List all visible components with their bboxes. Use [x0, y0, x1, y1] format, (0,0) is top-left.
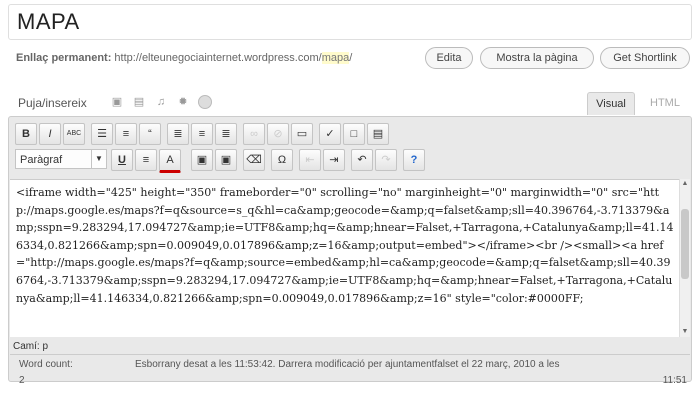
more-tag-button[interactable]: ▭: [291, 123, 313, 145]
permalink-slug[interactable]: mapa: [321, 52, 350, 64]
italic-button[interactable]: I: [39, 123, 61, 145]
upload-insert-label: Puja/insereix: [18, 96, 87, 110]
redo-button[interactable]: ↷: [375, 149, 397, 171]
bold-button[interactable]: B: [15, 123, 37, 145]
indent-button[interactable]: ⇥: [323, 149, 345, 171]
format-select[interactable]: Paràgraf ▼: [15, 149, 107, 169]
view-page-button[interactable]: Mostra la pàgina: [480, 47, 594, 69]
remove-format-button[interactable]: ⌫: [243, 149, 265, 171]
justify-button[interactable]: ≡: [135, 149, 157, 171]
word-count-label: Word count:: [19, 359, 73, 370]
draft-saved-status: Esborrany desat a les 11:53:42. Darrera …: [135, 359, 560, 370]
draft-time: 11:51: [662, 375, 687, 386]
scroll-thumb[interactable]: [681, 209, 689, 279]
numbered-list-button[interactable]: ≡: [115, 123, 137, 145]
editor-scrollbar[interactable]: ▲ ▼: [679, 179, 690, 337]
kitchen-sink-button[interactable]: ▤: [367, 123, 389, 145]
permalink-url-base: http://elteunegociainternet.wordpress.co…: [114, 52, 322, 64]
editor-content[interactable]: <iframe width="425" height="350" framebo…: [10, 179, 680, 337]
post-title[interactable]: MAPA: [17, 9, 80, 35]
underline-button[interactable]: U: [111, 149, 133, 171]
outdent-button[interactable]: ⇤: [299, 149, 321, 171]
footer-divider: [10, 354, 690, 355]
permalink-label: Enllaç permanent:: [16, 52, 112, 64]
word-count-value: 2: [19, 375, 25, 386]
bullet-list-button[interactable]: ☰: [91, 123, 113, 145]
fullscreen-button[interactable]: □: [343, 123, 365, 145]
insert-link-button[interactable]: ∞: [243, 123, 265, 145]
align-right-button[interactable]: ≣: [215, 123, 237, 145]
strikethrough-button[interactable]: ABC: [63, 123, 85, 145]
align-center-button[interactable]: ≡: [191, 123, 213, 145]
scroll-down-icon[interactable]: ▼: [680, 327, 690, 337]
blockquote-button[interactable]: “: [139, 123, 161, 145]
get-shortlink-button[interactable]: Get Shortlink: [600, 47, 690, 69]
unlink-button[interactable]: ⊘: [267, 123, 289, 145]
audio-icon[interactable]: ♫: [154, 95, 168, 109]
tab-html[interactable]: HTML: [642, 92, 688, 114]
permalink: Enllaç permanent: http://elteunegociaint…: [16, 52, 352, 64]
undo-button[interactable]: ↶: [351, 149, 373, 171]
spellcheck-button[interactable]: ✓: [319, 123, 341, 145]
video-icon[interactable]: ▤: [132, 95, 146, 109]
media-icons: ▣ ▤ ♫ ✹: [110, 93, 220, 109]
media-icon[interactable]: ✹: [176, 95, 190, 109]
special-char-button[interactable]: Ω: [271, 149, 293, 171]
paste-text-button[interactable]: ▣: [191, 149, 213, 171]
editor: B I ABC ☰ ≡ “≣ ≡ ≣ ∞ ⊘ ▭ ✓ □ ▤ Paràgraf ▼ U ≡ A ▣ ▣ ⌫ Ω ⇤ ⇥ ↶ ↷…: [8, 116, 692, 386]
paste-word-button[interactable]: ▣: [215, 149, 237, 171]
title-field[interactable]: MAPA: [8, 4, 692, 40]
help-button[interactable]: ?: [403, 149, 425, 171]
editor-path: Camí: p: [13, 341, 49, 352]
format-select-value: Paràgraf: [20, 154, 63, 166]
circle-icon[interactable]: [198, 94, 212, 109]
edit-permalink-button[interactable]: Edita: [425, 47, 473, 69]
scroll-up-icon[interactable]: ▲: [680, 179, 690, 189]
align-left-button[interactable]: ≣: [167, 123, 189, 145]
text-color-button[interactable]: A: [159, 149, 181, 173]
chevron-down-icon: ▼: [91, 150, 106, 168]
tab-visual[interactable]: Visual: [587, 92, 635, 115]
image-icon[interactable]: ▣: [110, 95, 124, 109]
permalink-url-end: /: [349, 52, 353, 64]
